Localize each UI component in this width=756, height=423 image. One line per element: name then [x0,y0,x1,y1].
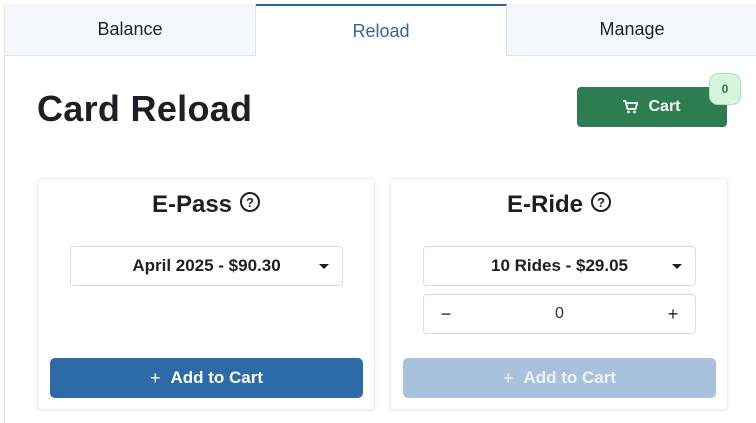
chevron-down-icon [319,264,329,269]
cart-count-badge: 0 [709,73,741,105]
tab-reload[interactable]: Reload [256,4,507,56]
plus-icon: + [149,367,161,388]
epass-add-to-cart-button[interactable]: + Add to Cart [50,358,363,398]
tab-balance[interactable]: Balance [5,4,256,56]
help-icon[interactable]: ? [240,192,261,212]
epass-header: E-Pass ? [38,191,374,219]
eride-title: E-Ride [506,191,583,218]
quantity-value[interactable]: 0 [555,305,564,323]
tab-manage[interactable]: Manage [507,4,756,56]
eride-rides-select[interactable]: 10 Rides - $29.05 [423,246,696,286]
cart-label: Cart [648,98,681,115]
eride-card: E-Ride ? 10 Rides - $29.05 − 0 + + Add t… [390,178,728,410]
epass-add-label: Add to Cart [170,368,264,387]
epass-month-select[interactable]: April 2025 - $90.30 [70,246,343,286]
eride-selected-value: 10 Rides - $29.05 [490,256,629,275]
quantity-stepper: − 0 + [423,294,696,334]
epass-card: E-Pass ? April 2025 - $90.30 + Add to Ca… [37,178,375,410]
plus-icon: + [502,367,514,388]
decrement-button[interactable]: − [438,304,454,325]
epass-selected-value: April 2025 - $90.30 [132,256,281,275]
help-icon[interactable]: ? [591,192,611,212]
eride-add-to-cart-button[interactable]: + Add to Cart [403,358,716,398]
cart-icon [623,100,639,114]
cart-button[interactable]: Cart [577,87,727,127]
eride-add-label: Add to Cart [523,368,617,387]
epass-title: E-Pass [151,191,233,218]
chevron-down-icon [672,264,682,269]
increment-button[interactable]: + [665,304,681,325]
tab-bar: Balance Reload Manage [5,4,756,56]
app-frame: Balance Reload Manage Card Reload Cart 0… [4,4,756,423]
eride-header: E-Ride ? [391,191,727,219]
page-title: Card Reload [37,88,253,129]
